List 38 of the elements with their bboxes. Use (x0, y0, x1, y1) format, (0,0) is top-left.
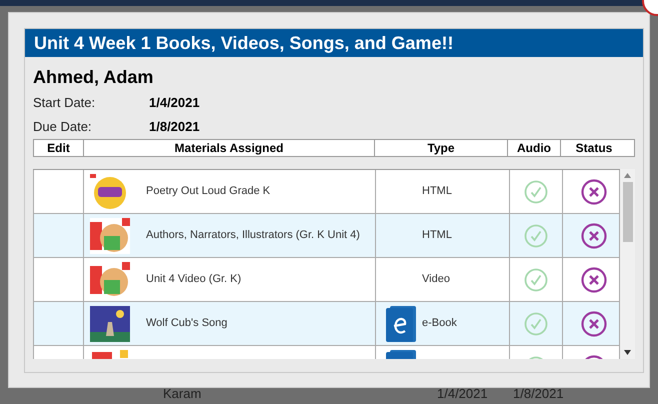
field-value: 1/8/2021 (149, 118, 200, 136)
material-type: HTML (422, 228, 452, 244)
scroll-up-icon[interactable] (624, 173, 632, 178)
field-label: Due Date: (33, 118, 93, 136)
scroll-down-icon[interactable] (624, 350, 632, 355)
material-title[interactable]: Wolf Cub's Song (146, 315, 228, 332)
check-circle-icon (524, 180, 548, 204)
close-circle-icon[interactable] (580, 266, 606, 292)
field-value: 1/4/2021 (149, 94, 200, 112)
scrollbar-thumb[interactable] (622, 182, 633, 242)
field-label: Start Date: (33, 94, 96, 112)
dialog-title: Unit 4 Week 1 Books, Videos, Songs, and Game!! (25, 29, 643, 57)
scrollbar[interactable] (620, 169, 635, 359)
ebook-icon (386, 306, 416, 342)
start-date: 1/4/2021 (437, 386, 488, 402)
book-cover-thumbnail (90, 306, 130, 342)
column-header: Edit (46, 140, 71, 156)
student-name: Ahmed, Adam (33, 66, 154, 88)
material-type: e-Book (422, 316, 457, 332)
material-title[interactable]: Poetry Out Loud Grade K (146, 183, 270, 200)
column-header: Materials Assigned (83, 140, 374, 156)
close-circle-icon[interactable] (580, 178, 606, 204)
material-title[interactable]: Unit 4 Video (Gr. K) (146, 271, 242, 288)
column-header: Audio (507, 140, 560, 156)
close-circle-icon[interactable] (580, 222, 606, 248)
column-header: Status (560, 140, 627, 156)
material-type: Video (422, 272, 450, 288)
material-title[interactable]: Authors, Narrators, Illustrators (Gr. K Unit 4) (146, 227, 360, 244)
due-date: 1/8/2021 (513, 386, 564, 402)
student-name: Karam (163, 386, 202, 402)
column-header: Type (374, 140, 507, 156)
check-circle-icon (524, 312, 548, 336)
unit-cover-thumbnail (90, 218, 130, 254)
check-circle-icon (524, 224, 548, 248)
check-circle-icon (524, 268, 548, 292)
unit-cover-thumbnail (90, 262, 130, 298)
material-type: HTML (422, 184, 452, 200)
close-circle-icon[interactable] (580, 310, 606, 336)
